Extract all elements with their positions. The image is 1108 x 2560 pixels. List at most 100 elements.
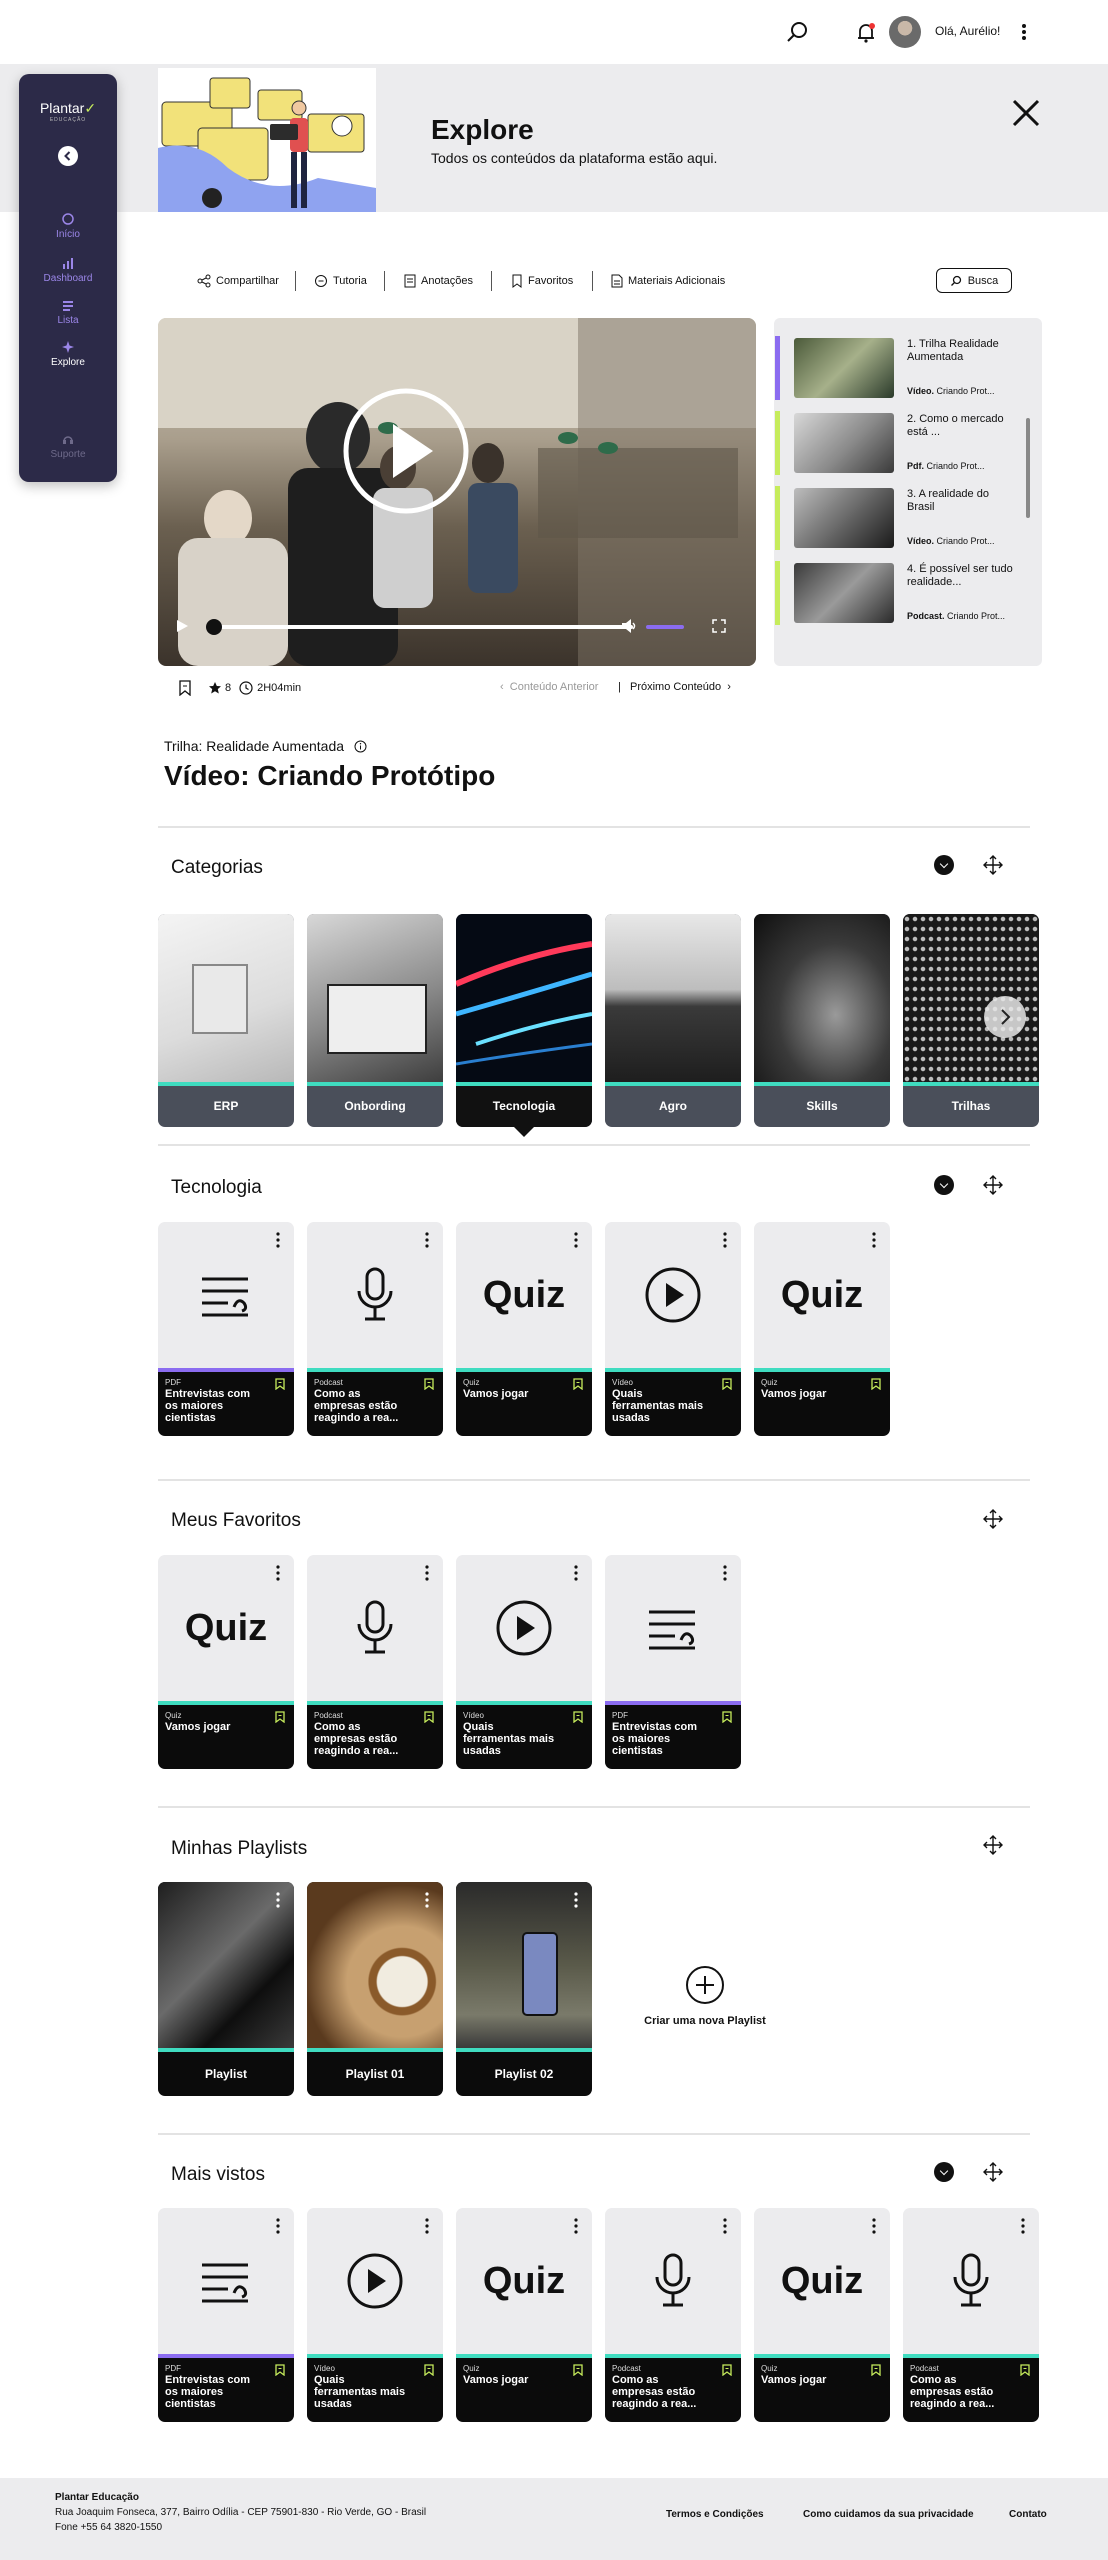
share-button[interactable]: Compartilhar (197, 272, 279, 290)
bookmark-icon[interactable] (573, 2364, 583, 2376)
more-vertical-icon[interactable] (276, 2218, 280, 2234)
more-vertical-icon[interactable] (1021, 2218, 1025, 2234)
bookmark-icon[interactable] (275, 1378, 285, 1390)
bookmark-icon[interactable] (424, 1711, 434, 1723)
brand-logo[interactable]: Plantar✓ EDUCAÇÃO (19, 100, 117, 123)
content-card-quiz[interactable]: Quiz Quiz Vamos jogar (456, 1222, 592, 1436)
move-icon[interactable] (982, 854, 1004, 876)
content-card-quiz[interactable]: Quiz Quiz Vamos jogar (754, 2208, 890, 2422)
fullscreen-icon[interactable] (712, 619, 726, 633)
sidebar-item-suporte[interactable]: Suporte (19, 432, 117, 460)
bookmark-icon[interactable] (275, 1711, 285, 1723)
play-icon[interactable] (341, 386, 471, 516)
more-vertical-icon[interactable] (723, 1232, 727, 1248)
collapse-section-button[interactable] (934, 2162, 954, 2182)
sidebar-item-explore[interactable]: Explore (19, 340, 117, 368)
search-icon[interactable] (784, 18, 812, 46)
content-card-video[interactable]: Vídeo Quais ferramentas mais usadas (456, 1555, 592, 1769)
playlist-scrollbar[interactable] (1026, 418, 1030, 518)
collapse-section-button[interactable] (934, 1175, 954, 1195)
playlist-item[interactable]: 2. Como o mercado está ... Pdf. Criando … (774, 411, 1026, 475)
bookmark-icon[interactable] (424, 1378, 434, 1390)
content-card-pdf[interactable]: PDF Entrevistas com os maiores cientistas (158, 2208, 294, 2422)
bookmark-icon[interactable] (722, 1378, 732, 1390)
bookmark-icon[interactable] (573, 1711, 583, 1723)
content-card-quiz[interactable]: Quiz Quiz Vamos jogar (158, 1555, 294, 1769)
carousel-next-button[interactable] (984, 996, 1026, 1038)
move-icon[interactable] (982, 1174, 1004, 1196)
more-vertical-icon[interactable] (872, 1232, 876, 1248)
playlist-item[interactable]: 4. É possível ser tudo realidade... Podc… (774, 561, 1026, 625)
more-vertical-icon[interactable] (1010, 18, 1038, 46)
content-card-quiz[interactable]: Quiz Quiz Vamos jogar (754, 1222, 890, 1436)
content-card-video[interactable]: Vídeo Quais ferramentas mais usadas (605, 1222, 741, 1436)
info-icon[interactable] (354, 740, 367, 753)
more-vertical-icon[interactable] (425, 2218, 429, 2234)
content-card-quiz[interactable]: Quiz Quiz Vamos jogar (456, 2208, 592, 2422)
play-small-icon[interactable] (174, 618, 190, 634)
progress-handle[interactable] (206, 619, 222, 635)
user-avatar[interactable] (889, 16, 921, 48)
content-card-pdf[interactable]: PDF Entrevistas com os maiores cientistas (158, 1222, 294, 1436)
more-vertical-icon[interactable] (425, 1232, 429, 1248)
bookmark-icon[interactable] (178, 680, 192, 696)
content-card-podcast[interactable]: Podcast Como as empresas estão reagindo a… (307, 1555, 443, 1769)
video-player[interactable] (158, 318, 756, 666)
sidebar-item-inicio[interactable]: Início (19, 212, 117, 240)
move-icon[interactable] (982, 2161, 1004, 2183)
collapse-sidebar-button[interactable] (58, 146, 78, 166)
sidebar-item-lista[interactable]: Lista (19, 298, 117, 326)
content-card-podcast[interactable]: Podcast Como as empresas estão reagindo a… (307, 1222, 443, 1436)
volume-icon[interactable] (621, 618, 639, 634)
annotations-button[interactable]: Anotações (404, 272, 473, 290)
more-vertical-icon[interactable] (276, 1565, 280, 1581)
next-content-link[interactable]: Próximo Conteúdo › (630, 681, 731, 693)
more-vertical-icon[interactable] (574, 2218, 578, 2234)
more-vertical-icon[interactable] (723, 1565, 727, 1581)
bookmark-icon[interactable] (424, 2364, 434, 2376)
bookmark-icon[interactable] (871, 2364, 881, 2376)
bookmark-icon[interactable] (573, 1378, 583, 1390)
notification-bell-icon[interactable] (852, 18, 880, 46)
footer-link-terms[interactable]: Termos e Condições (666, 2509, 764, 2520)
more-vertical-icon[interactable] (574, 1892, 578, 1908)
more-vertical-icon[interactable] (574, 1565, 578, 1581)
close-icon[interactable] (1010, 97, 1042, 129)
bookmark-icon[interactable] (275, 2364, 285, 2376)
playlist-card[interactable]: Playlist 01 (307, 1882, 443, 2096)
footer-link-privacy[interactable]: Como cuidamos da sua privacidade (803, 2509, 974, 2520)
more-vertical-icon[interactable] (276, 1892, 280, 1908)
create-playlist-button[interactable]: Criar uma nova Playlist (620, 1964, 790, 2048)
category-card-agro[interactable]: Agro (605, 914, 741, 1127)
progress-bar[interactable] (213, 625, 633, 629)
category-card-skills[interactable]: Skills (754, 914, 890, 1127)
more-vertical-icon[interactable] (276, 1232, 280, 1248)
more-vertical-icon[interactable] (425, 1892, 429, 1908)
more-vertical-icon[interactable] (574, 1232, 578, 1248)
more-vertical-icon[interactable] (723, 2218, 727, 2234)
bookmark-icon[interactable] (1020, 2364, 1030, 2376)
tutoria-button[interactable]: Tutoria (314, 272, 367, 290)
playlist-item[interactable]: 1. Trilha Realidade Aumentada Vídeo. Cri… (774, 336, 1026, 400)
collapse-section-button[interactable] (934, 855, 954, 875)
footer-link-contact[interactable]: Contato (1009, 2509, 1047, 2520)
move-icon[interactable] (982, 1508, 1004, 1530)
more-vertical-icon[interactable] (872, 2218, 876, 2234)
search-button[interactable]: Busca (936, 268, 1012, 293)
bookmark-icon[interactable] (722, 1711, 732, 1723)
move-icon[interactable] (982, 1834, 1004, 1856)
content-card-video[interactable]: Vídeo Quais ferramentas mais usadas (307, 2208, 443, 2422)
previous-content-link[interactable]: ‹ Conteúdo Anterior (500, 681, 598, 693)
content-card-podcast[interactable]: Podcast Como as empresas estão reagindo a… (605, 2208, 741, 2422)
playlist-item[interactable]: 3. A realidade do Brasil Vídeo. Criando … (774, 486, 1026, 550)
bookmark-icon[interactable] (871, 1378, 881, 1390)
favorites-button[interactable]: Favoritos (511, 272, 573, 290)
more-vertical-icon[interactable] (425, 1565, 429, 1581)
bookmark-icon[interactable] (722, 2364, 732, 2376)
playlist-card[interactable]: Playlist (158, 1882, 294, 2096)
category-card-tecnologia[interactable]: Tecnologia (456, 914, 592, 1127)
content-card-podcast[interactable]: Podcast Como as empresas estão reagindo a… (903, 2208, 1039, 2422)
playlist-card[interactable]: Playlist 02 (456, 1882, 592, 2096)
additional-materials-button[interactable]: Materiais Adicionais (611, 272, 725, 290)
sidebar-item-dashboard[interactable]: Dashboard (19, 256, 117, 284)
